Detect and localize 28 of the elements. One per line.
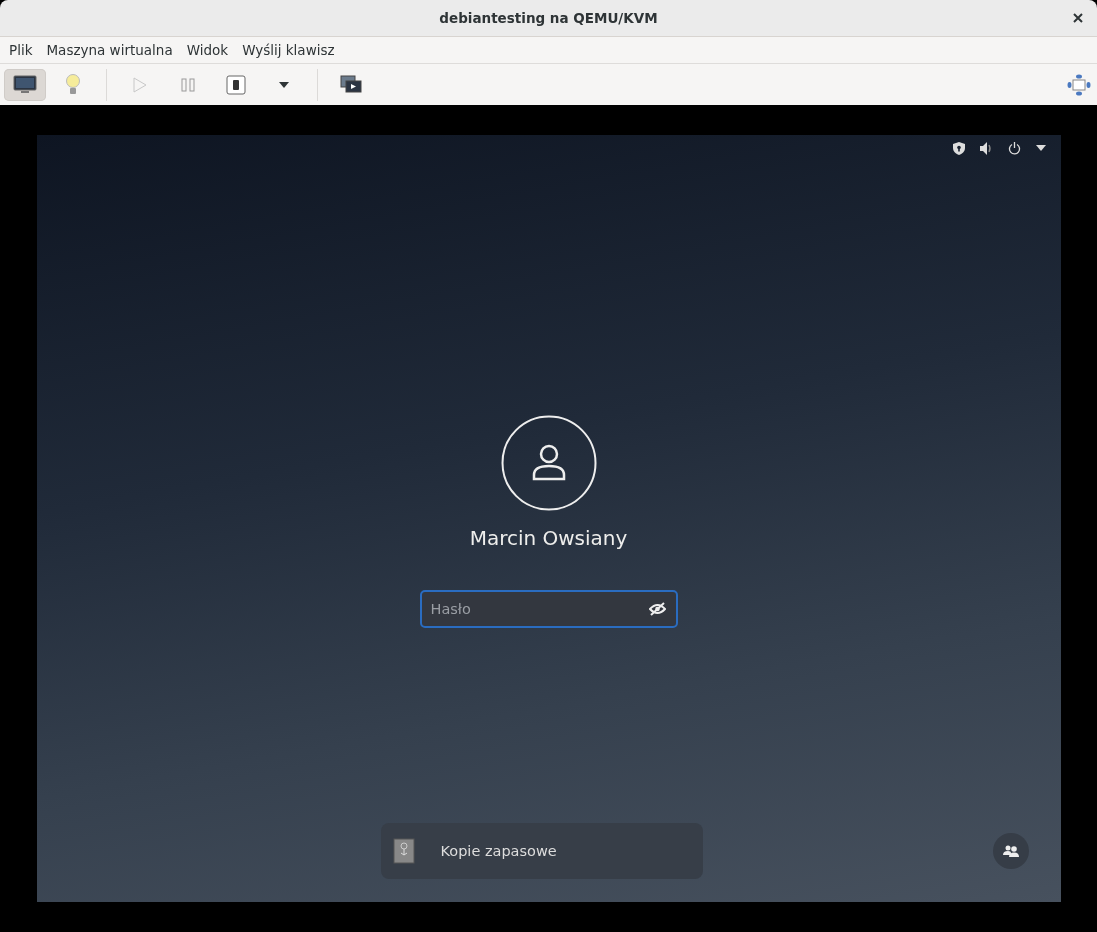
screens-icon [340,74,362,95]
user-name: Marcin Owsiany [469,526,628,550]
hidden-eye-icon[interactable] [648,602,666,616]
users-button[interactable] [992,833,1029,869]
console-button[interactable] [4,68,46,101]
users-icon [1002,845,1019,857]
password-field[interactable]: Hasło [419,590,678,628]
power-icon[interactable] [1007,141,1021,155]
safe-icon [392,838,415,864]
caret-icon[interactable] [1035,145,1046,151]
menu-item[interactable]: Maszyna wirtualna [39,42,180,58]
switch-icon [226,74,246,95]
window-title: debiantesting na QEMU/KVM [439,10,658,26]
avatar-icon [500,415,597,511]
volume-icon[interactable] [979,141,993,155]
monitor-icon [13,74,37,95]
caret-icon [279,81,289,88]
notification-card[interactable]: Kopie zapasowe [380,823,703,879]
play-icon [133,76,147,93]
light-bulb-icon [65,72,81,97]
shield-icon[interactable] [952,141,965,155]
menu-item[interactable]: Widok [179,42,236,58]
menu-item[interactable]: Wyślij klawisz [235,42,342,58]
close-icon[interactable] [1073,13,1083,23]
pause-icon [181,77,195,92]
notification-text: Kopie zapasowe [440,843,557,859]
menu-item[interactable]: Plik [2,42,40,58]
fullscreen-icon[interactable] [1067,73,1091,96]
